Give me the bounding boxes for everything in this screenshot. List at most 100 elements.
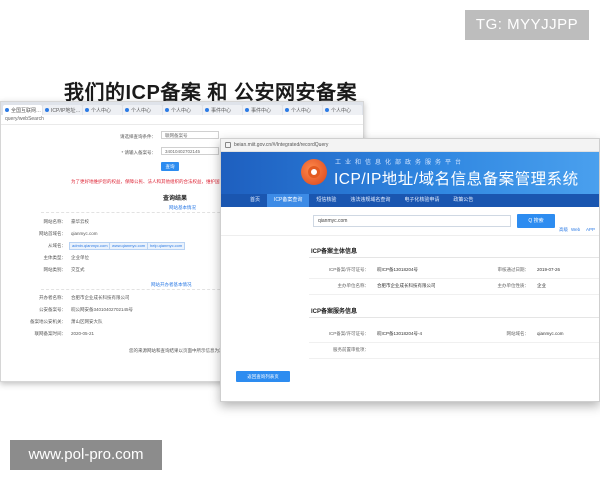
favicon-icon [85, 108, 89, 112]
subdomain-chip: help.qianmyc.com [147, 242, 186, 250]
field-value: 皖公网安备34010402702145号 [71, 307, 134, 312]
browser-tab-label: 个人中心 [131, 107, 152, 114]
browser-tab[interactable]: 个人中心 [323, 105, 362, 115]
browser-tab[interactable]: 全国互联网… [3, 105, 42, 115]
basic-info-title: 网站基本情况 [169, 205, 196, 210]
app-filter-link[interactable]: APP [586, 227, 595, 232]
front-address-bar[interactable]: beian.miit.gov.cn/#/Integrated/recordQue… [221, 139, 599, 152]
field-label: 从域名： [48, 243, 66, 248]
service-section-title: ICP备案服务信息 [311, 309, 358, 315]
browser-tab-label: 个人中心 [291, 107, 312, 114]
table-row: 主办单位名称： 合肥市企业成长科技有限公司 主办单位性质： 企业 [309, 279, 599, 295]
field-label: 备案地公安机关： [30, 319, 66, 324]
field-value: 合肥市企业成长科技有限公司 [71, 295, 130, 300]
icp-number-value: 皖ICP备13018204号 [377, 267, 419, 272]
browser-tab[interactable]: 个人中心 [163, 105, 202, 115]
watermark-tg-tag: TG: MYYJJPP [465, 10, 589, 40]
watermark-site-tag: www.pol-pro.com [10, 440, 162, 470]
field-label: 网站首域名： [39, 231, 66, 236]
table-row: ICP备案/许可证号： 皖ICP备13018204号-4 网站域名： qianm… [309, 327, 599, 343]
divider [309, 257, 599, 258]
service-info-title: 网站开办者基本情况 [151, 282, 192, 287]
nav-item[interactable]: ICP备案查询 [267, 194, 310, 207]
record-number-label: * 请输入备案号： [121, 150, 156, 155]
query-button[interactable]: 查询 [161, 162, 179, 171]
favicon-icon [165, 108, 169, 112]
favicon-icon [5, 108, 9, 112]
field-value: 交互式 [71, 267, 85, 272]
field-label: 联网备案时间： [34, 331, 67, 336]
organizer-type-value: 企业 [537, 283, 546, 288]
nav-item[interactable]: 短信核验 [309, 194, 343, 207]
site-header: 工业和信息化部政务服务平台 ICP/IP地址/域名信息备案管理系统 [221, 152, 599, 194]
back-to-list-button[interactable]: 返回查询列表页 [236, 371, 290, 382]
record-number-input[interactable]: 34010402702145 [161, 147, 219, 155]
lock-icon [225, 142, 231, 148]
nav-item[interactable]: 政策公告 [446, 194, 480, 207]
field-label: 主体类型： [43, 255, 67, 260]
miit-logo-icon [301, 159, 327, 185]
nav-item[interactable]: 违法违规域名查询 [343, 194, 397, 207]
favicon-icon [285, 108, 289, 112]
organizer-label: 主办单位名称： [337, 283, 370, 288]
browser-tab-strip: 全国互联网… ICP/IP地址… 个人中心 个人中心 个人中心 事件中心 事件中心 个人中心 个… [1, 102, 363, 115]
browser-tab[interactable]: 个人中心 [123, 105, 162, 115]
organizer-type-label: 主办单位性质： [497, 283, 530, 288]
results-title: 查询结果 [163, 196, 188, 202]
field-value: 豪华云校 [71, 219, 89, 224]
browser-tab[interactable]: ICP/IP地址… [43, 105, 82, 115]
site-domain-value: qianmyc.com [537, 331, 564, 336]
subdomain-chip: admin.qianmyc.com [69, 242, 111, 250]
web-filter-link[interactable]: Web [571, 227, 580, 232]
front-browser-window: beian.miit.gov.cn/#/Integrated/recordQue… [220, 138, 600, 402]
field-value: 企业单位 [71, 255, 89, 260]
field-value: 萧山区网安大队 [71, 319, 103, 324]
field-label: 网站类别： [43, 267, 67, 272]
browser-tab[interactable]: 个人中心 [83, 105, 122, 115]
subdomain-chip: www.qianmyc.com [109, 242, 149, 250]
organizer-value: 合肥市企业成长科技有限公司 [377, 283, 436, 288]
browser-tab-label: 个人中心 [91, 107, 112, 114]
main-nav: 首页 ICP备案查询 短信核验 违法违规域名查询 电子化核验申请 政策公告 [221, 194, 599, 207]
browser-tab[interactable]: 事件中心 [203, 105, 242, 115]
browser-tab-label: ICP/IP地址… [51, 107, 81, 114]
back-address-bar[interactable]: query/webSearch [1, 115, 363, 125]
search-bar: qianmyc.com Q 搜索 高级 Web APP [221, 207, 599, 236]
icp-number-label: ICP备案/许可证号： [328, 267, 369, 272]
browser-tab-label: 事件中心 [211, 107, 232, 114]
subject-section-title: ICP备案主体信息 [311, 249, 358, 255]
query-type-label: 请选择查询条件： [120, 134, 156, 139]
approval-date-label: 审核通过日期： [497, 267, 530, 272]
browser-tab[interactable]: 事件中心 [243, 105, 282, 115]
table-row: ICP备案/许可证号： 皖ICP备13018204号 审核通过日期： 2019-… [309, 263, 599, 279]
browser-tab-label: 全国互联网… [11, 107, 42, 114]
field-value: 2020-05-21 [71, 331, 95, 336]
field-label: 网站名称： [43, 219, 67, 224]
footer-note: 您的来源网站和查询结果以页面中所示信息为准 [129, 348, 224, 353]
service-icp-value: 皖ICP备13018204号-4 [377, 331, 423, 336]
browser-tab-label: 个人中心 [171, 107, 192, 114]
field-label: 公安备案号： [39, 307, 66, 312]
favicon-icon [325, 108, 329, 112]
favicon-icon [45, 108, 49, 112]
advanced-search-link[interactable]: 高级 [559, 227, 568, 233]
divider [309, 317, 599, 318]
nav-item[interactable]: 电子化核验申请 [397, 194, 446, 207]
header-title: ICP/IP地址/域名信息备案管理系统 [334, 171, 579, 188]
favicon-icon [245, 108, 249, 112]
browser-tab-label: 个人中心 [331, 107, 352, 114]
field-label: 开办者名称： [39, 295, 66, 300]
approval-date-value: 2019-07-26 [537, 267, 561, 272]
query-type-select[interactable]: 联网备案号 [161, 131, 219, 139]
field-value: qianmyc.com [71, 231, 98, 236]
table-row: 服务前置审批项： [309, 343, 599, 359]
domain-search-input[interactable]: qianmyc.com [313, 215, 511, 227]
nav-item[interactable]: 首页 [243, 194, 267, 207]
pre-approval-label: 服务前置审批项： [333, 347, 369, 352]
favicon-icon [125, 108, 129, 112]
header-subtitle: 工业和信息化部政务服务平台 [335, 160, 466, 166]
browser-tab[interactable]: 个人中心 [283, 105, 322, 115]
front-url-text: beian.miit.gov.cn/#/Integrated/recordQue… [234, 142, 329, 148]
browser-tab-label: 事件中心 [251, 107, 272, 114]
search-button[interactable]: Q 搜索 [517, 214, 555, 228]
